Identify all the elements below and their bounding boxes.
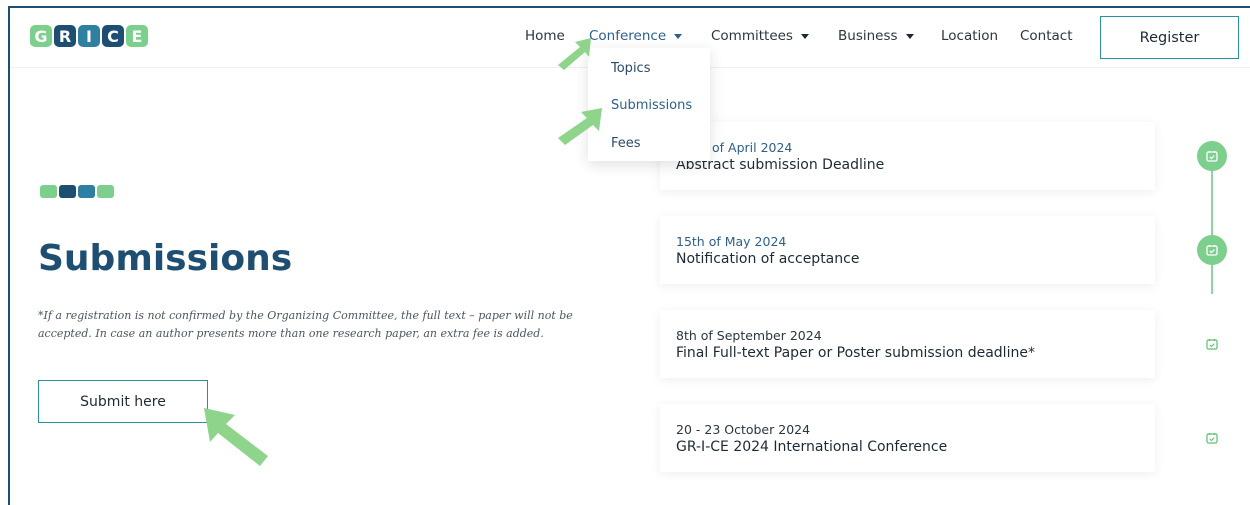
caret-down-icon: [905, 33, 914, 39]
deco-block: [97, 185, 114, 198]
annotation-arrow-icon: [558, 108, 602, 145]
decorative-color-blocks: [40, 185, 114, 198]
nav-location[interactable]: Location: [941, 28, 998, 44]
conference-dropdown-menu: Topics Submissions Fees: [588, 48, 710, 161]
register-button[interactable]: Register: [1100, 16, 1239, 59]
timeline-card: 20 - 23 October 2024 GR-I-CE 2024 Intern…: [660, 404, 1155, 472]
page-frame: G R I C E Home Conference Committees Bus…: [8, 6, 1250, 505]
nav-location-label: Location: [941, 28, 999, 44]
nav-business-label: Business: [838, 28, 898, 44]
timeline-card: of April 2024 Abstract submission Deadli…: [660, 122, 1155, 190]
calendar-check-icon: [1205, 337, 1219, 351]
caret-down-icon: [674, 33, 683, 39]
timeline-date: of April 2024: [712, 140, 793, 155]
timeline-progress-line: [1211, 154, 1213, 294]
nav-conference[interactable]: Conference: [589, 28, 683, 49]
nav-committees[interactable]: Committees: [711, 28, 809, 44]
dropdown-item-topics[interactable]: Topics: [611, 61, 650, 76]
timeline-card: 15th of May 2024 Notification of accepta…: [660, 216, 1155, 284]
calendar-check-icon: [1197, 235, 1227, 265]
submit-here-button[interactable]: Submit here: [38, 380, 208, 423]
dropdown-item-submissions[interactable]: Submissions: [611, 98, 692, 113]
calendar-check-icon: [1205, 431, 1219, 445]
deco-block: [40, 185, 57, 198]
timeline-date: 15th of May 2024: [676, 234, 787, 249]
timeline-title: Final Full-text Paper or Poster submissi…: [676, 345, 1035, 361]
nav-committees-label: Committees: [711, 28, 793, 44]
timeline-title: GR-I-CE 2024 International Conference: [676, 439, 948, 455]
timeline-title: Notification of acceptance: [676, 251, 860, 267]
nav-contact-label: Contact: [1020, 28, 1073, 44]
annotation-arrow-icon: [204, 408, 268, 466]
deco-block: [59, 185, 76, 198]
page-title: Submissions: [38, 238, 293, 279]
timeline-date: 20 - 23 October 2024: [676, 422, 811, 437]
deco-block: [78, 185, 95, 198]
dropdown-item-fees[interactable]: Fees: [611, 136, 641, 151]
timeline-date: 8th of September 2024: [676, 328, 822, 343]
nav-contact[interactable]: Contact: [1020, 28, 1073, 44]
nav-conference-label: Conference: [589, 28, 667, 44]
caret-down-icon: [800, 33, 809, 39]
registration-note: *If a registration is not confirmed by t…: [38, 309, 573, 340]
annotation-arrow-icon: [558, 38, 591, 70]
calendar-check-icon: [1197, 141, 1227, 171]
nav-business[interactable]: Business: [838, 28, 914, 44]
timeline-card: 8th of September 2024 Final Full-text Pa…: [660, 310, 1155, 378]
